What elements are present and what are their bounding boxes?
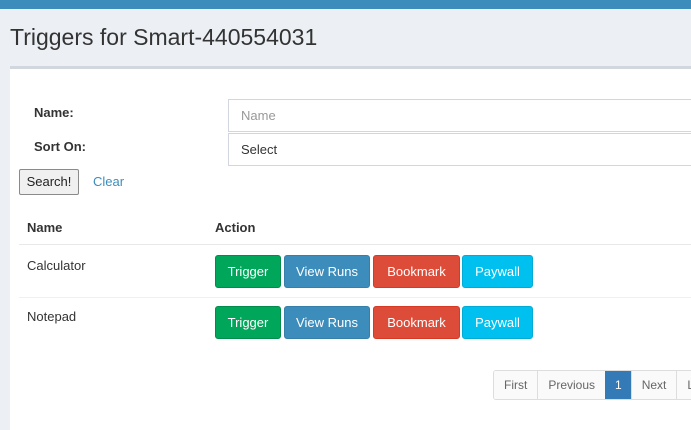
pagination-first[interactable]: First [494,371,538,399]
row-name-calculator: Calculator [27,258,86,273]
name-input[interactable] [228,99,691,132]
trigger-button[interactable]: Trigger [215,306,281,339]
bookmark-button[interactable]: Bookmark [373,306,460,339]
table-header-divider [19,244,691,245]
view-runs-button[interactable]: View Runs [284,306,370,339]
pagination-previous[interactable]: Previous [537,371,606,399]
paywall-button[interactable]: Paywall [462,306,533,339]
clear-link[interactable]: Clear [93,174,124,189]
page-title: Triggers for Smart-440554031 [10,24,318,50]
top-navbar [0,0,691,9]
sort-on-select[interactable]: Select [228,133,691,166]
column-header-name: Name [27,220,63,235]
trigger-button[interactable]: Trigger [215,255,281,288]
column-header-action: Action [215,220,256,235]
search-button[interactable]: Search! [19,169,79,195]
view-runs-button[interactable]: View Runs [284,255,370,288]
row-divider [19,297,691,298]
pagination-last[interactable]: La [676,371,691,399]
sort-on-label: Sort On: [34,139,86,154]
name-label: Name: [34,105,74,120]
pagination-page-1[interactable]: 1 [605,371,631,399]
pagination: First Previous 1 Next La [493,370,691,400]
pagination-next[interactable]: Next [630,371,677,399]
row-name-notepad: Notepad [27,309,77,324]
triggers-panel: Name: Sort On: Select Search! Clear Name… [10,66,691,430]
paywall-button[interactable]: Paywall [462,255,533,288]
bookmark-button[interactable]: Bookmark [373,255,460,288]
